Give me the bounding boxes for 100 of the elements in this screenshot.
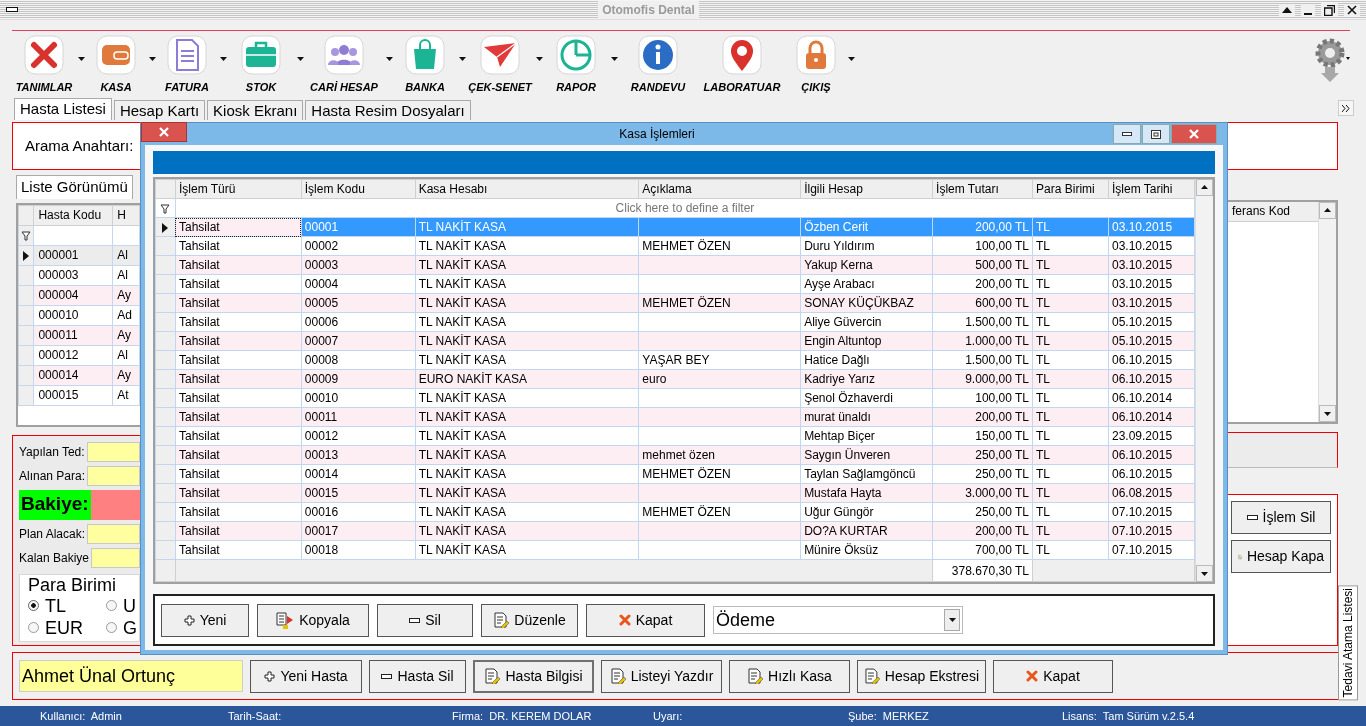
scroll-down-icon[interactable]	[1196, 565, 1213, 582]
dropdown[interactable]: Ödeme	[713, 606, 963, 634]
action-button[interactable]: Kopyala	[257, 603, 369, 637]
toolbar-button[interactable]: ÇEK-SENET	[466, 31, 534, 96]
scroll-down-icon[interactable]	[1319, 405, 1336, 422]
action-button[interactable]: Hesap Kapa	[1231, 540, 1331, 573]
expand-button[interactable]	[1338, 100, 1354, 116]
input-field[interactable]	[86, 441, 140, 462]
filter-icon	[21, 230, 32, 241]
radio-button[interactable]	[28, 600, 39, 611]
column-header[interactable]: İlgili Hesap	[800, 179, 933, 199]
status-text: Şube: MERKEZ	[848, 709, 929, 722]
table-cell: 00010	[301, 388, 416, 408]
tab[interactable]: Hasta Listesi	[14, 98, 112, 120]
table-cell: TL NAKİT KASA	[415, 236, 639, 256]
field-label: Kalan Bakiye	[19, 549, 90, 567]
radio-option[interactable]: EUR	[28, 616, 106, 639]
tab[interactable]: Kiosk Ekranı	[207, 100, 304, 120]
radio-button[interactable]	[106, 600, 117, 611]
document-edit-icon	[747, 668, 764, 684]
scrollbar[interactable]	[1195, 179, 1213, 582]
column-header[interactable]: İşlem Tutarı	[932, 179, 1033, 199]
radio-button[interactable]	[106, 622, 117, 633]
action-button[interactable]: Düzenle	[481, 603, 578, 637]
minimize-button[interactable]	[1113, 124, 1141, 144]
scrollbar[interactable]	[1318, 202, 1336, 422]
action-button[interactable]: Hasta Sil	[369, 659, 466, 693]
caret-icon[interactable]	[220, 57, 227, 61]
action-button[interactable]: Kapat	[586, 603, 705, 637]
action-button[interactable]: Kapat	[993, 659, 1113, 693]
close-icon	[1026, 670, 1039, 682]
caret-icon[interactable]	[536, 57, 543, 61]
action-button[interactable]: Sil	[377, 603, 473, 637]
window-menu-icon[interactable]	[6, 7, 18, 12]
action-button[interactable]: Hasta Bilgisi	[473, 659, 594, 693]
action-button[interactable]: Yeni	[161, 603, 249, 637]
toolbar-button[interactable]: BANKA	[393, 31, 457, 96]
radio-option[interactable]: G	[106, 616, 140, 639]
tab[interactable]: Liste Görünümü	[16, 175, 133, 199]
table-cell: TL	[1032, 388, 1109, 408]
toolbar-button[interactable]: KASA	[85, 31, 147, 96]
filter-row[interactable]: Click here to define a filter	[175, 198, 1195, 218]
gear-icon[interactable]	[1314, 37, 1350, 83]
scroll-up-icon[interactable]	[1196, 179, 1213, 196]
action-button[interactable]: Yeni Hasta	[250, 659, 362, 693]
caret-icon[interactable]	[386, 57, 393, 61]
column-header[interactable]: İşlem Tarihi	[1108, 179, 1195, 199]
radio-option[interactable]: TL	[28, 594, 106, 617]
caret-icon[interactable]	[149, 57, 156, 61]
toolbar-button[interactable]: RAPOR	[543, 31, 609, 96]
minus-icon	[381, 673, 393, 679]
table-cell: Uğur Güngör	[800, 502, 933, 522]
column-header[interactable]: Açıklama	[638, 179, 801, 199]
toolbar-button[interactable]: ÇIKIŞ	[786, 31, 846, 96]
minimize-button[interactable]	[1301, 3, 1315, 16]
pie-chart-icon	[554, 33, 598, 77]
balance-field[interactable]	[90, 489, 140, 520]
caret-icon[interactable]	[459, 57, 466, 61]
maximize-button[interactable]	[1142, 124, 1170, 144]
caret-icon[interactable]	[611, 57, 618, 61]
toolbar-button[interactable]: FATURA	[156, 31, 218, 96]
caret-icon[interactable]	[297, 57, 304, 61]
input-field[interactable]	[87, 523, 140, 544]
table-cell: 000012	[33, 345, 113, 365]
toolbar-button[interactable]: STOK	[227, 31, 295, 96]
radio-button[interactable]	[28, 622, 39, 633]
caret-icon[interactable]	[848, 57, 855, 61]
table-cell: 100,00 TL	[932, 236, 1033, 256]
status-text: Kullanıcı: Admin	[40, 709, 122, 722]
column-header[interactable]: Kasa Hesabı	[415, 179, 639, 199]
table-cell: Tahsilat	[175, 312, 302, 332]
caret-icon[interactable]	[78, 57, 85, 61]
tab[interactable]: Hasta Resim Dosyaları	[305, 100, 471, 120]
column-header[interactable]: Para Birimi	[1032, 179, 1109, 199]
input-field[interactable]	[87, 465, 140, 486]
close-icon	[618, 614, 631, 626]
field-label: Plan Alacak:	[19, 525, 86, 543]
radio-option[interactable]: U	[106, 594, 140, 617]
close-button[interactable]	[1344, 3, 1360, 16]
restore-button[interactable]	[1321, 3, 1338, 16]
row-header[interactable]	[18, 245, 34, 265]
toolbar-button[interactable]: TANIMLAR	[12, 31, 76, 96]
action-button[interactable]: Listeyi Yazdır	[601, 659, 722, 693]
collapse-button[interactable]	[1279, 3, 1295, 16]
input-field[interactable]	[91, 547, 140, 568]
tab[interactable]: Hesap Kartı	[113, 100, 206, 120]
column-header[interactable]: İşlem Kodu	[301, 179, 416, 199]
toolbar-button[interactable]: RANDEVU	[618, 31, 698, 96]
filter-cell[interactable]	[33, 225, 113, 245]
side-tab[interactable]: Tedavi Atama Listesi	[1338, 584, 1358, 700]
toolbar-button[interactable]: CARİ HESAP	[304, 31, 384, 96]
column-header[interactable]: İşlem Türü	[175, 179, 302, 199]
table-cell: Tahsilat	[175, 502, 302, 522]
action-button[interactable]: Hesap Ekstresi	[857, 659, 986, 693]
action-button[interactable]: Hızlı Kasa	[729, 659, 850, 693]
patient-name-field[interactable]: Ahmet Ünal Ortunç	[19, 660, 243, 692]
table-cell: Duru Yıldırım	[800, 236, 933, 256]
scroll-up-icon[interactable]	[1319, 202, 1336, 219]
action-button[interactable]: İşlem Sil	[1231, 501, 1331, 534]
minimize-icon	[1122, 132, 1132, 136]
